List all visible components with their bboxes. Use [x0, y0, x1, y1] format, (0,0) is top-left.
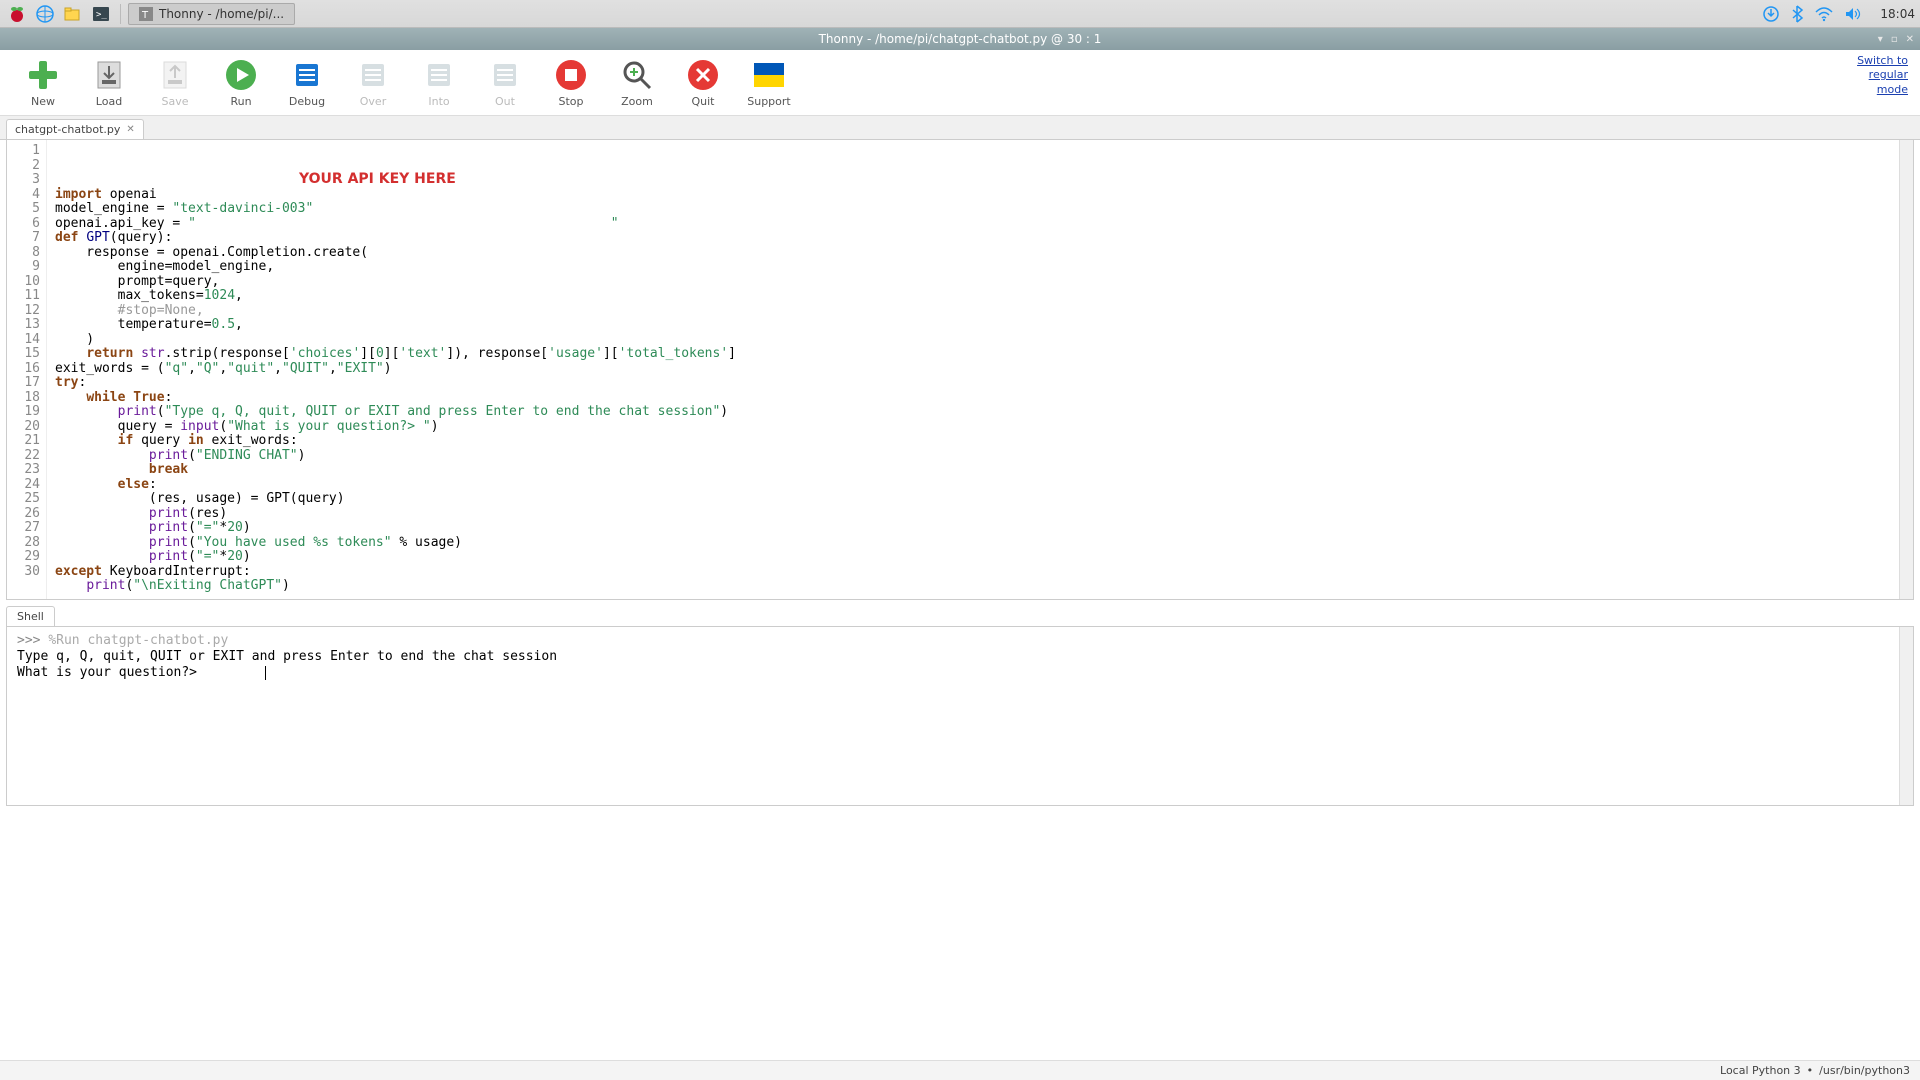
- save-icon: [157, 57, 193, 93]
- bluetooth-icon[interactable]: [1790, 5, 1804, 23]
- toolbar: New Load Save Run Debug Over Into Out St…: [0, 50, 1920, 116]
- window-title: Thonny - /home/pi/chatgpt-chatbot.py @ 3…: [819, 32, 1102, 46]
- debug-button[interactable]: Debug: [274, 57, 340, 108]
- shell-prompt: >>>: [17, 633, 40, 648]
- plus-icon: [25, 57, 61, 93]
- svg-text:>_: >_: [96, 10, 107, 20]
- zoom-button[interactable]: Zoom: [604, 57, 670, 108]
- tab-label: chatgpt-chatbot.py: [15, 123, 120, 136]
- play-icon: [223, 57, 259, 93]
- flag-icon: [751, 57, 787, 93]
- separator: •: [1807, 1064, 1814, 1077]
- text-cursor: [265, 666, 266, 680]
- support-button[interactable]: Support: [736, 57, 802, 108]
- terminal-icon[interactable]: >_: [89, 2, 113, 26]
- api-key-overlay: YOUR API KEY HERE: [299, 172, 456, 187]
- quit-icon: [685, 57, 721, 93]
- shell-scrollbar[interactable]: [1899, 627, 1913, 805]
- tab-close-icon[interactable]: ✕: [126, 124, 134, 135]
- shell-output-line: What is your question?>: [17, 665, 205, 680]
- line-gutter: 1234567891011121314151617181920212223242…: [7, 140, 47, 599]
- file-manager-icon[interactable]: [61, 2, 85, 26]
- taskbar-app-label: Thonny - /home/pi/...: [159, 7, 284, 21]
- raspberry-menu-icon[interactable]: [5, 2, 29, 26]
- code-editor[interactable]: 1234567891011121314151617181920212223242…: [6, 140, 1914, 600]
- taskbar-clock[interactable]: 18:04: [1880, 7, 1915, 21]
- save-button: Save: [142, 57, 208, 108]
- shell-output-line: Type q, Q, quit, QUIT or EXIT and press …: [17, 649, 1903, 665]
- thonny-icon: T: [139, 7, 153, 21]
- maximize-icon[interactable]: ▫: [1891, 34, 1898, 45]
- stop-button[interactable]: Stop: [538, 57, 604, 108]
- switch-mode-link[interactable]: Switch to regular mode: [1857, 54, 1908, 97]
- new-button[interactable]: New: [10, 57, 76, 108]
- load-icon: [91, 57, 127, 93]
- window-titlebar[interactable]: Thonny - /home/pi/chatgpt-chatbot.py @ 3…: [0, 28, 1920, 50]
- load-button[interactable]: Load: [76, 57, 142, 108]
- shell[interactable]: >>> %Run chatgpt-chatbot.py Type q, Q, q…: [6, 626, 1914, 806]
- over-button: Over: [340, 57, 406, 108]
- editor-tabbar: chatgpt-chatbot.py ✕: [0, 116, 1920, 140]
- interpreter-path[interactable]: /usr/bin/python3: [1819, 1064, 1910, 1077]
- editor-scrollbar[interactable]: [1899, 140, 1913, 599]
- updates-icon[interactable]: [1762, 5, 1780, 23]
- volume-icon[interactable]: [1844, 6, 1862, 22]
- zoom-icon: [619, 57, 655, 93]
- debug-icon: [289, 57, 325, 93]
- close-icon[interactable]: ✕: [1906, 34, 1914, 45]
- stop-icon: [553, 57, 589, 93]
- step-into-icon: [421, 57, 457, 93]
- wifi-icon[interactable]: [1814, 6, 1834, 22]
- quit-button[interactable]: Quit: [670, 57, 736, 108]
- interpreter-label[interactable]: Local Python 3: [1720, 1064, 1801, 1077]
- run-button[interactable]: Run: [208, 57, 274, 108]
- taskbar-app-thonny[interactable]: T Thonny - /home/pi/...: [128, 3, 295, 25]
- svg-text:T: T: [141, 10, 149, 21]
- into-button: Into: [406, 57, 472, 108]
- shell-run-command: %Run chatgpt-chatbot.py: [48, 633, 228, 648]
- shell-tabbar: Shell: [6, 606, 1914, 626]
- code-content[interactable]: YOUR API KEY HERE import openaimodel_eng…: [47, 140, 1913, 599]
- editor-tab[interactable]: chatgpt-chatbot.py ✕: [6, 119, 144, 139]
- web-browser-icon[interactable]: [33, 2, 57, 26]
- step-over-icon: [355, 57, 391, 93]
- minimize-icon[interactable]: ▾: [1878, 34, 1883, 45]
- out-button: Out: [472, 57, 538, 108]
- step-out-icon: [487, 57, 523, 93]
- status-bar: Local Python 3 • /usr/bin/python3: [0, 1060, 1920, 1080]
- os-taskbar: >_ T Thonny - /home/pi/... 18:04: [0, 0, 1920, 28]
- shell-tab[interactable]: Shell: [6, 606, 55, 626]
